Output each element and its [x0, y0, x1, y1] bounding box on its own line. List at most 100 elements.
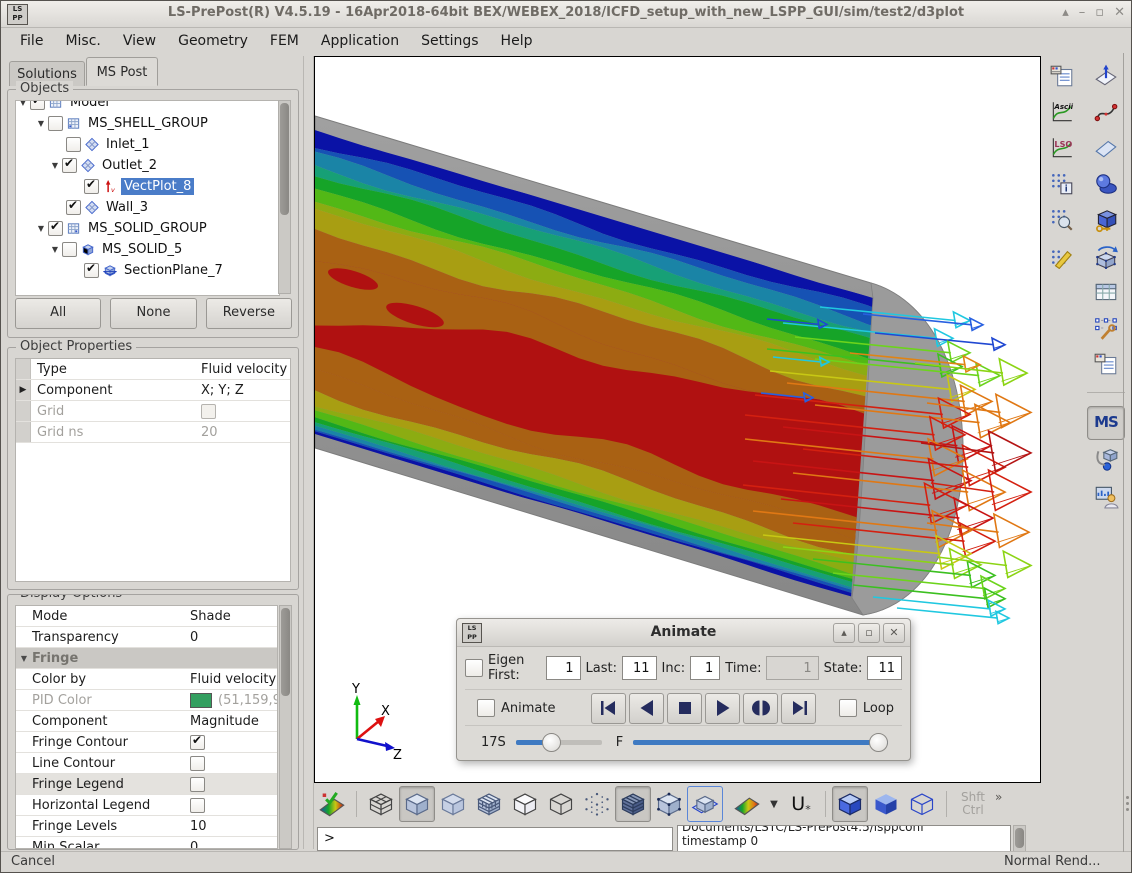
speed-slider-handle[interactable] [542, 733, 561, 752]
menu-file[interactable]: File [9, 30, 54, 52]
line-contour-checkbox[interactable] [190, 756, 205, 771]
tab-ms-post[interactable]: MS Post [86, 57, 158, 86]
all-button[interactable]: All [15, 298, 101, 329]
view-wire-cube-icon[interactable] [904, 786, 940, 822]
dropdown-caret-icon[interactable]: ▼ [765, 786, 783, 822]
horizontal-legend-checkbox[interactable] [190, 798, 205, 813]
mesh-measure-icon[interactable] [1046, 240, 1078, 272]
dialog-shade-button[interactable]: ▴ [833, 623, 855, 643]
message-scrollbar-thumb[interactable] [1015, 828, 1024, 848]
model-check-icon[interactable] [1090, 444, 1122, 476]
tree-item-outlet-2[interactable]: ▼ Outlet_2 [16, 155, 279, 176]
fringe-check-icon[interactable] [314, 786, 350, 822]
wall-3-checkbox[interactable] [66, 200, 81, 215]
minimize-button[interactable]: – [1079, 5, 1086, 21]
tree-item-model[interactable]: ▼ Model [16, 100, 279, 113]
ascii-plot-icon[interactable]: Ascii [1046, 96, 1078, 128]
tree-item-ms-solid-group[interactable]: ▼ MS_SOLID_GROUP [16, 218, 279, 239]
ms-solid-5-checkbox[interactable] [62, 242, 77, 257]
view-shade-cube-icon[interactable] [832, 786, 868, 822]
play-reverse-button[interactable] [629, 693, 664, 724]
stop-button[interactable] [667, 693, 702, 724]
option-row-horizontal-legend[interactable]: Horizontal Legend [16, 795, 277, 816]
message-scrollbar[interactable] [1013, 825, 1026, 853]
ms-solid-group-checkbox[interactable] [48, 221, 63, 236]
plane-cube-icon[interactable] [687, 786, 723, 822]
fringe-legend-checkbox[interactable] [190, 777, 205, 792]
expander-icon[interactable]: ▼ [34, 224, 48, 233]
loop-checkbox[interactable] [839, 699, 857, 717]
option-row-component[interactable]: ComponentMagnitude [16, 711, 277, 732]
first-field[interactable]: 1 [546, 656, 581, 680]
wire-cube-icon[interactable] [363, 786, 399, 822]
menu-geometry[interactable]: Geometry [167, 30, 259, 52]
dialog-close-button[interactable]: ✕ [883, 623, 905, 643]
lso-plot-icon[interactable]: LSO [1046, 132, 1078, 164]
plain-cube-icon[interactable] [543, 786, 579, 822]
expander-icon[interactable]: ▼ [16, 100, 30, 107]
display-options-scrollbar[interactable] [279, 605, 292, 849]
tree-scrollbar-thumb[interactable] [280, 103, 289, 215]
feature-cube-icon[interactable] [615, 786, 651, 822]
view-solid-cube-icon[interactable] [868, 786, 904, 822]
none-button[interactable]: None [110, 298, 196, 329]
node-cube-icon[interactable] [651, 786, 687, 822]
mesh-transform-icon[interactable] [1090, 240, 1122, 272]
property-row-grid-ns[interactable]: Grid ns 20 [16, 422, 290, 443]
dialog-maximize-button[interactable]: ▫ [858, 623, 880, 643]
inlet-1-checkbox[interactable] [66, 137, 81, 152]
cube-key-icon[interactable] [1090, 204, 1122, 236]
state-slider[interactable] [633, 732, 888, 752]
menu-fem[interactable]: FEM [259, 30, 310, 52]
animate-dialog[interactable]: LSPP Animate ▴ ▫ ✕ Eigen First: 1 Last: … [456, 618, 911, 761]
display-options-scrollbar-thumb[interactable] [281, 608, 290, 696]
option-row-fringe-levels[interactable]: Fringe Levels10 [16, 816, 277, 837]
option-row-color-by[interactable]: Color byFluid velocity [16, 669, 277, 690]
ms-shell-group-checkbox[interactable] [48, 116, 63, 131]
option-row-pid-color[interactable]: PID Color(51,159,96) [16, 690, 277, 711]
menu-misc[interactable]: Misc. [54, 30, 111, 52]
flat-cube-icon[interactable] [435, 786, 471, 822]
last-field[interactable]: 11 [622, 656, 657, 680]
model-checkbox[interactable] [30, 100, 45, 110]
last-frame-button[interactable] [781, 693, 816, 724]
option-row-fringe-contour[interactable]: Fringe Contour [16, 732, 277, 753]
panel-splitter[interactable] [303, 56, 314, 849]
option-row-transparency[interactable]: Transparency0 [16, 627, 277, 648]
menu-help[interactable]: Help [490, 30, 544, 52]
tree-item-wall-3[interactable]: Wall_3 [16, 197, 279, 218]
option-row-min-scalar[interactable]: Min Scalar0 [16, 837, 277, 849]
first-frame-button[interactable] [591, 693, 626, 724]
post-list-icon[interactable] [1046, 60, 1078, 92]
plane-normal-icon[interactable] [1090, 60, 1122, 92]
shade-window-button[interactable]: ▴ [1062, 5, 1069, 21]
mesh-info-icon[interactable]: i [1046, 168, 1078, 200]
property-row-type[interactable]: Type Fluid velocity [16, 359, 290, 380]
expander-icon[interactable]: ▼ [48, 161, 62, 170]
hidden-cube-icon[interactable] [507, 786, 543, 822]
property-row-component[interactable]: ▶ Component X; Y; Z [16, 380, 290, 401]
tree-item-ms-solid-5[interactable]: ▼ MS_SOLID_5 [16, 239, 279, 260]
table-view-icon[interactable] [1090, 276, 1122, 308]
tree-item-ms-shell-group[interactable]: ▼ MS_SHELL_GROUP [16, 113, 279, 134]
animate-dialog-titlebar[interactable]: LSPP Animate ▴ ▫ ✕ [457, 619, 910, 647]
fringe-contour-checkbox[interactable] [190, 735, 205, 750]
surface-patch-icon[interactable] [1090, 132, 1122, 164]
mesh-cube-icon[interactable] [471, 786, 507, 822]
tree-item-sectionplane-7[interactable]: SectionPlane_7 [16, 260, 279, 281]
option-row-mode[interactable]: ModeShade [16, 606, 277, 627]
property-row-grid[interactable]: Grid [16, 401, 290, 422]
pid-color-swatch[interactable] [190, 693, 212, 708]
shade-cube-icon[interactable] [399, 786, 435, 822]
ms-mode-button[interactable]: MS [1087, 406, 1125, 440]
speed-slider[interactable] [516, 732, 602, 752]
option-row-line-contour[interactable]: Line Contour [16, 753, 277, 774]
fringe-plane-icon[interactable] [729, 786, 765, 822]
model-list-icon[interactable] [1090, 348, 1122, 380]
state-slider-handle[interactable] [869, 733, 888, 752]
time-field[interactable]: 1 [766, 656, 818, 680]
option-group-fringe[interactable]: ▼Fringe [16, 648, 277, 669]
solid-primitive-icon[interactable] [1090, 168, 1122, 200]
close-button[interactable]: ✕ [1114, 5, 1125, 21]
maximize-button[interactable]: ▫ [1095, 5, 1104, 21]
